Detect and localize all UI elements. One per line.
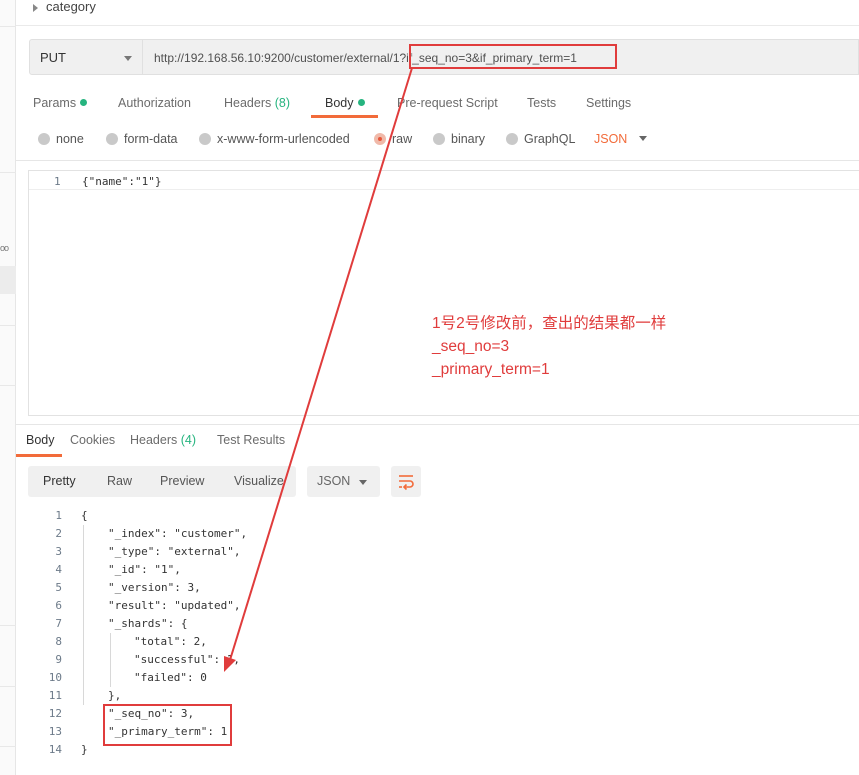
annotation-arrow-icon xyxy=(224,67,413,672)
